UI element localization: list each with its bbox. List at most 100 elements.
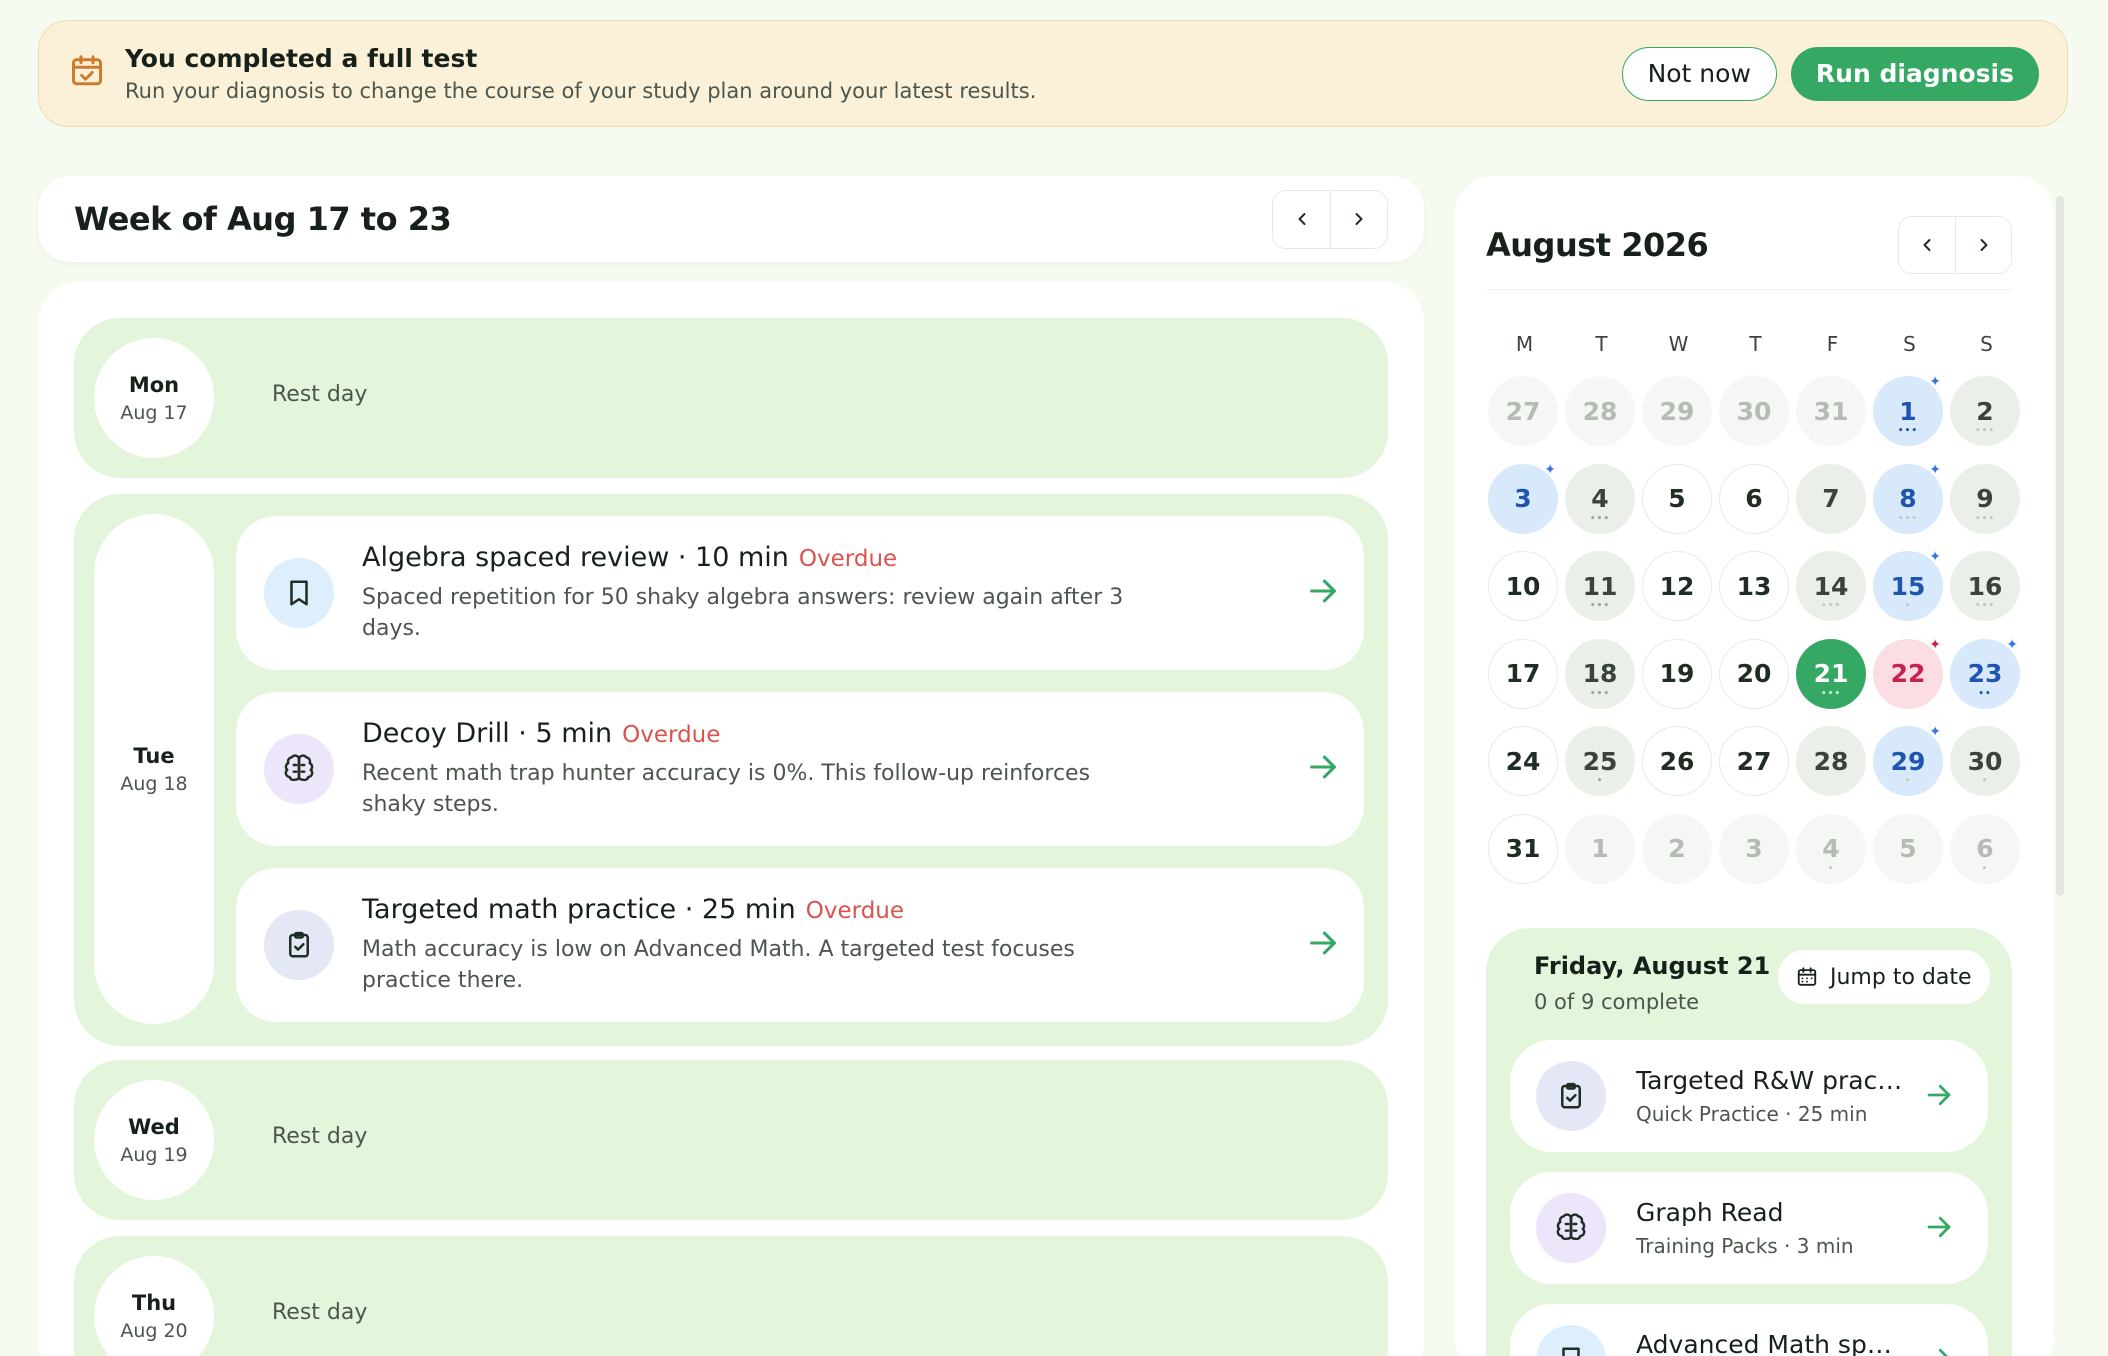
day-task-title: Graph Read	[1636, 1198, 1784, 1227]
calendar-day[interactable]: 19	[1642, 638, 1712, 709]
calendar-day[interactable]: 23 •• ✦	[1950, 637, 2020, 709]
calendar-day[interactable]: 25 •	[1565, 726, 1635, 796]
run-diagnosis-button[interactable]: Run diagnosis	[1790, 46, 2039, 101]
calendar-day[interactable]: 5	[1873, 813, 1943, 884]
activity-dots: •••	[1974, 601, 1996, 611]
activity-dots: •••	[1897, 426, 1919, 436]
calendar-day[interactable]: 2 •••	[1950, 376, 2020, 446]
calendar-day[interactable]: 6 •	[1950, 813, 2020, 884]
task-card[interactable]: Algebra spaced review · 10 min Overdue Sp…	[236, 516, 1364, 670]
calendar-day[interactable]: 3 ✦	[1488, 462, 1558, 534]
next-week-button[interactable]	[1330, 190, 1387, 248]
arrow-right-icon[interactable]	[1306, 750, 1340, 784]
calendar-day[interactable]: 2	[1642, 813, 1712, 884]
day-task-card[interactable]: Graph Read Training Packs · 3 min	[1510, 1172, 1988, 1284]
arrow-right-icon[interactable]	[1924, 1212, 1954, 1242]
calendar-day[interactable]: 3	[1719, 813, 1789, 884]
prev-month-button[interactable]	[1899, 216, 1955, 273]
day-task-meta: Training Packs · 3 min	[1636, 1234, 1854, 1258]
calendar-day[interactable]: 8 ••• ✦	[1873, 461, 1943, 534]
calendar-day[interactable]: 18 •••	[1565, 638, 1635, 709]
weekday-label: F	[1826, 332, 1839, 356]
task-card[interactable]: Targeted math practice · 25 min Overdue M…	[236, 868, 1364, 1022]
calendar-day[interactable]: 7	[1796, 463, 1866, 534]
arrow-right-icon[interactable]	[1924, 1344, 1954, 1356]
sparkle-icon: ✦	[1929, 461, 1941, 478]
calendar-day[interactable]: 21 •••	[1796, 638, 1866, 709]
activity-dots: •••	[1589, 601, 1611, 611]
calendar-day[interactable]: 28	[1796, 726, 1866, 796]
calendar-day[interactable]: 26	[1642, 726, 1712, 796]
arrow-right-icon[interactable]	[1924, 1080, 1954, 1110]
calendar-day[interactable]: 27	[1719, 726, 1789, 796]
calendar-panel: August 2026 M T W T F S S 27 28 29 30 31 1 •••…	[1454, 176, 2054, 1356]
calendar-day[interactable]: 4 •	[1796, 813, 1866, 884]
calendar-day[interactable]: 22 ✦	[1873, 637, 1943, 709]
chevron-right-icon	[1980, 238, 1987, 251]
diagnosis-banner: You completed a full test Run your diagn…	[38, 20, 2068, 127]
scrollbar[interactable]	[2056, 196, 2064, 896]
calendar-header: August 2026	[1486, 210, 2012, 290]
activity-dots: •	[1981, 776, 1989, 786]
rest-day-label: Rest day	[272, 1300, 368, 1325]
calendar-day-number: 6	[1976, 834, 1994, 863]
calendar-day[interactable]: 31	[1488, 813, 1558, 884]
day-name: Mon	[128, 372, 180, 397]
activity-dots: •••	[1974, 513, 1996, 524]
calendar-day[interactable]: 1	[1565, 813, 1635, 884]
week-header: Week of Aug 17 to 23	[38, 176, 1424, 262]
calendar-day[interactable]: 27	[1488, 376, 1558, 446]
chevron-left-icon	[1923, 238, 1931, 251]
arrow-right-icon[interactable]	[1306, 574, 1340, 608]
jump-to-date-button[interactable]: Jump to date	[1778, 950, 1990, 1004]
prev-week-button[interactable]	[1273, 190, 1330, 248]
calendar-day[interactable]: 15 • ✦	[1873, 549, 1943, 621]
activity-dots: •••	[1820, 688, 1842, 699]
activity-dots: •••	[1897, 513, 1919, 524]
task-description: Spaced repetition for 50 shaky algebra a…	[362, 585, 1124, 641]
day-task-card[interactable]: Targeted R&W practice Quick Practice · 2…	[1510, 1040, 1988, 1152]
calendar-day[interactable]: 28	[1565, 376, 1635, 446]
calendar-day[interactable]: 4 •••	[1565, 463, 1635, 534]
rest-day-label: Rest day	[272, 1124, 368, 1149]
next-month-button[interactable]	[1955, 216, 2011, 273]
calendar-day[interactable]: 29 • ✦	[1873, 724, 1943, 796]
day-row-thu: Thu Aug 20 Rest day	[74, 1236, 1388, 1356]
activity-dots: •	[1596, 776, 1604, 786]
week-title: Week of Aug 17 to 23	[74, 200, 452, 238]
calendar-day[interactable]: 9 •••	[1950, 463, 2020, 534]
day-name: Wed	[128, 1114, 180, 1139]
month-nav	[1898, 215, 2012, 274]
calendar-day[interactable]: 14 •••	[1796, 551, 1866, 621]
bookmark-icon	[1562, 1347, 1580, 1356]
calendar-day[interactable]: 29	[1642, 376, 1712, 446]
task-icon	[1536, 1325, 1606, 1356]
calendar-day[interactable]: 13	[1719, 551, 1789, 621]
task-title-row: Targeted math practice · 25 min Overdue	[362, 894, 904, 925]
calendar-day-number: 18	[1582, 659, 1618, 688]
day-task-title: Advanced Math spaced review	[1636, 1330, 1906, 1356]
calendar-day[interactable]: 6	[1719, 463, 1789, 534]
calendar-day-number: 3	[1745, 834, 1763, 863]
not-now-button[interactable]: Not now	[1621, 46, 1777, 101]
calendar-day[interactable]: 11 •••	[1565, 551, 1635, 621]
calendar-day[interactable]: 12	[1642, 551, 1712, 621]
calendar-day[interactable]: 17	[1488, 638, 1558, 709]
calendar-day[interactable]: 30 •	[1950, 726, 2020, 796]
arrow-right-icon[interactable]	[1306, 926, 1340, 960]
calendar-day[interactable]: 31	[1796, 376, 1866, 446]
calendar-day[interactable]: 20	[1719, 638, 1789, 709]
calendar-day-number: 31	[1505, 834, 1541, 863]
task-card[interactable]: Decoy Drill · 5 min Overdue Recent math t…	[236, 692, 1364, 846]
calendar-day[interactable]: 5	[1642, 463, 1712, 534]
calendar-day-number: 12	[1659, 571, 1695, 601]
calendar-day-number: 4	[1822, 834, 1840, 863]
day-task-card[interactable]: Advanced Math spaced review	[1510, 1304, 1988, 1356]
calendar-day[interactable]: 10	[1488, 551, 1558, 621]
calendar-day[interactable]: 30	[1719, 376, 1789, 446]
calendar-day[interactable]: 16 •••	[1950, 551, 2020, 621]
banner-title: You completed a full test	[125, 44, 478, 73]
calendar-day[interactable]: 24	[1488, 726, 1558, 796]
day-row-mon: Mon Aug 17 Rest day	[74, 318, 1388, 478]
calendar-day[interactable]: 1 ••• ✦	[1873, 374, 1943, 446]
